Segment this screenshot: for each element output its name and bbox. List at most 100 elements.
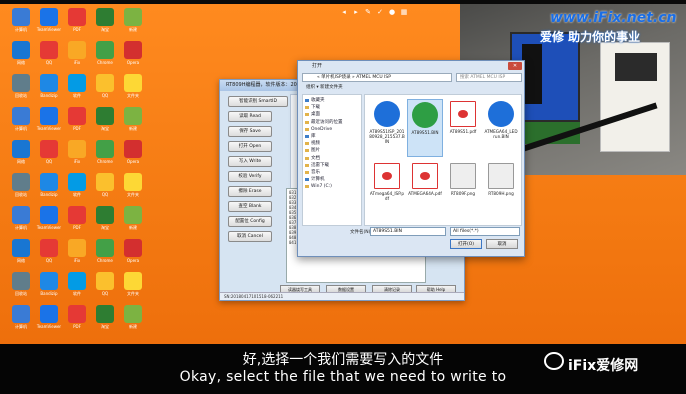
filename-input[interactable]: AT89S51.BIN bbox=[370, 227, 446, 236]
desktop-icon[interactable]: 回收站 bbox=[6, 272, 36, 296]
desktop-icon[interactable]: 淘宝 bbox=[90, 8, 120, 32]
nav-item[interactable]: 收藏夹 bbox=[305, 97, 359, 104]
desktop-icon[interactable]: QQ bbox=[34, 140, 64, 164]
nav-item[interactable]: 最近访问的位置 bbox=[305, 119, 359, 126]
open-button[interactable]: 打开(O) bbox=[450, 239, 482, 249]
search-input[interactable]: 搜索 ATMEL MCU ISP bbox=[456, 73, 522, 82]
programmer-button[interactable]: 打开 Open bbox=[228, 141, 272, 152]
desktop-icon[interactable]: 软件 bbox=[62, 74, 92, 98]
nav-item[interactable]: 桌面 bbox=[305, 111, 359, 118]
desktop-icon[interactable]: 网络 bbox=[6, 140, 36, 164]
desktop-icon[interactable]: 计算机 bbox=[6, 305, 36, 329]
desktop-icon[interactable]: QQ bbox=[90, 74, 120, 98]
cancel-button[interactable]: 取消 bbox=[486, 239, 518, 249]
programmer-button[interactable]: 擦除 Erase bbox=[228, 186, 272, 197]
programmer-button[interactable]: 智能识别 SmartID bbox=[228, 96, 288, 107]
desktop-icon-label: 计算机 bbox=[15, 27, 27, 32]
grid-icon[interactable]: ▦ bbox=[400, 8, 408, 16]
desktop-icon[interactable]: PDF bbox=[62, 107, 92, 131]
desktop-icon[interactable]: TeamViewer bbox=[34, 206, 64, 230]
command-bar[interactable]: 组织 ▾ 新建文件夹 bbox=[302, 84, 522, 92]
nav-item[interactable]: OneDrive bbox=[305, 126, 359, 133]
nav-item[interactable]: 音乐 bbox=[305, 169, 359, 176]
file-item[interactable]: RT809F.png bbox=[445, 161, 481, 219]
desktop-icon[interactable]: 回收站 bbox=[6, 173, 36, 197]
nav-item[interactable]: 下载 bbox=[305, 104, 359, 111]
desktop-icon[interactable]: 淘宝 bbox=[90, 107, 120, 131]
file-item[interactable]: AT89S51.BIN bbox=[407, 99, 443, 157]
programmer-button[interactable]: 保存 Save bbox=[228, 126, 272, 137]
desktop-icon[interactable]: 计算机 bbox=[6, 206, 36, 230]
desktop-icon[interactable]: Bandizip bbox=[34, 74, 64, 98]
desktop-icon[interactable]: 网络 bbox=[6, 41, 36, 65]
desktop-icon[interactable]: 新建 bbox=[118, 305, 148, 329]
desktop-icon[interactable]: Chrome bbox=[90, 239, 120, 263]
desktop-icon[interactable]: Opera bbox=[118, 239, 148, 263]
desktop-icon[interactable]: iFix bbox=[62, 140, 92, 164]
desktop-icon[interactable]: 计算机 bbox=[6, 107, 36, 131]
back-icon[interactable]: ◂ bbox=[340, 8, 348, 16]
desktop-icon-label: 淘宝 bbox=[101, 27, 109, 32]
desktop-icon[interactable]: Opera bbox=[118, 140, 148, 164]
file-item[interactable]: ATMEGA64_LED run.BIN bbox=[483, 99, 519, 157]
desktop-icon[interactable]: Chrome bbox=[90, 41, 120, 65]
desktop-icon[interactable]: 新建 bbox=[118, 206, 148, 230]
file-item[interactable]: AT89S51.pdf bbox=[445, 99, 481, 157]
desktop-icon[interactable]: Bandizip bbox=[34, 272, 64, 296]
nav-item[interactable]: 文档 bbox=[305, 155, 359, 162]
programmer-button[interactable]: 写入 Write bbox=[228, 156, 272, 167]
address-bar[interactable]: « 单片机ISP烧录 » ATMEL MCU ISP bbox=[302, 73, 452, 82]
programmer-button[interactable]: 读取 Read bbox=[228, 111, 272, 122]
record-icon[interactable]: ● bbox=[388, 8, 396, 16]
desktop-icon[interactable]: PDF bbox=[62, 206, 92, 230]
programmer-button[interactable]: 配置位 Config bbox=[228, 216, 272, 227]
programmer-button[interactable]: 查空 Blank bbox=[228, 201, 272, 212]
desktop-icon[interactable]: 淘宝 bbox=[90, 206, 120, 230]
desktop-icon[interactable]: 回收站 bbox=[6, 74, 36, 98]
desktop-icon[interactable]: TeamViewer bbox=[34, 107, 64, 131]
desktop-icon[interactable]: 文件夹 bbox=[118, 272, 148, 296]
desktop-icon[interactable]: 文件夹 bbox=[118, 173, 148, 197]
nav-item[interactable]: Win7 (C:) bbox=[305, 183, 359, 190]
desktop-icon[interactable]: 新建 bbox=[118, 8, 148, 32]
desktop-icon[interactable]: 网络 bbox=[6, 239, 36, 263]
desktop-icon[interactable]: PDF bbox=[62, 305, 92, 329]
nav-item[interactable]: 库 bbox=[305, 133, 359, 140]
nav-item[interactable]: 图片 bbox=[305, 147, 359, 154]
file-item[interactable]: ATmega64_ISP.pdf bbox=[369, 161, 405, 219]
desktop-icon[interactable]: 文件夹 bbox=[118, 74, 148, 98]
file-item[interactable]: AT89S51ISP_20180928_215537.BIN bbox=[369, 99, 405, 157]
desktop-icon[interactable]: QQ bbox=[34, 41, 64, 65]
forward-icon[interactable]: ▸ bbox=[352, 8, 360, 16]
programmer-button[interactable]: 取消 Cancel bbox=[228, 231, 272, 242]
desktop-icon[interactable]: QQ bbox=[90, 272, 120, 296]
desktop-icon[interactable]: iFix bbox=[62, 239, 92, 263]
desktop-icon[interactable]: 计算机 bbox=[6, 8, 36, 32]
desktop-icon-label: QQ bbox=[45, 60, 53, 65]
desktop-icon[interactable]: 新建 bbox=[118, 107, 148, 131]
desktop-icon[interactable]: TeamViewer bbox=[34, 305, 64, 329]
nav-item[interactable]: 视频 bbox=[305, 140, 359, 147]
desktop-icon[interactable]: QQ bbox=[90, 173, 120, 197]
desktop-icon[interactable]: Bandizip bbox=[34, 173, 64, 197]
desktop-icon[interactable]: iFix bbox=[62, 41, 92, 65]
mark-icon[interactable]: ✓ bbox=[376, 8, 384, 16]
desktop-icon[interactable]: 软件 bbox=[62, 272, 92, 296]
nav-item[interactable]: 计算机 bbox=[305, 176, 359, 183]
app-icon bbox=[124, 272, 142, 290]
filetype-select[interactable]: All files(*.*) bbox=[450, 227, 520, 236]
desktop-icon[interactable]: TeamViewer bbox=[34, 8, 64, 32]
programmer-button[interactable]: 校验 Verify bbox=[228, 171, 272, 182]
desktop-icon[interactable]: Chrome bbox=[90, 140, 120, 164]
pen-icon[interactable]: ✎ bbox=[364, 8, 372, 16]
desktop-icon[interactable]: PDF bbox=[62, 8, 92, 32]
desktop-icon[interactable]: 淘宝 bbox=[90, 305, 120, 329]
nav-item[interactable]: 迅雷下载 bbox=[305, 162, 359, 169]
close-button[interactable]: ✕ bbox=[508, 62, 522, 70]
file-item[interactable]: ATMEGA64A.pdf bbox=[407, 161, 443, 219]
desktop-icon[interactable]: Opera bbox=[118, 41, 148, 65]
desktop-icon[interactable]: QQ bbox=[34, 239, 64, 263]
app-icon bbox=[96, 305, 114, 323]
file-item[interactable]: RT809H.png bbox=[483, 161, 519, 219]
desktop-icon[interactable]: 软件 bbox=[62, 173, 92, 197]
